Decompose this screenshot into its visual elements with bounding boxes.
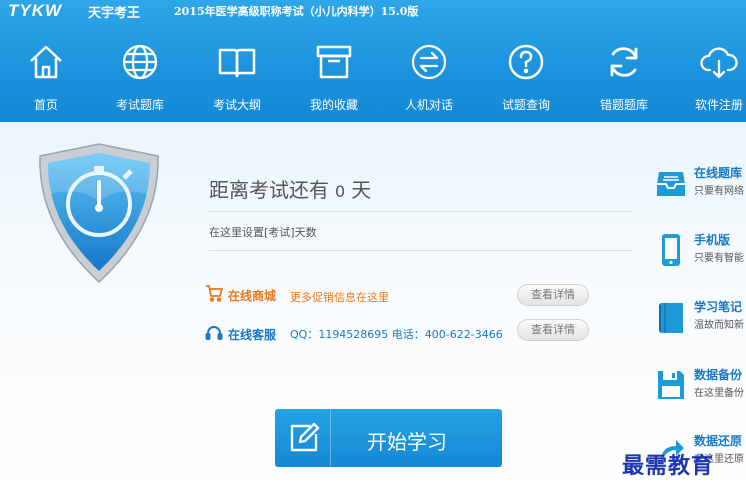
exam-countdown: 距离考试还有 0 天 [209, 174, 371, 203]
cloud-download-icon [700, 47, 738, 79]
side-desc: 温故而知新 [694, 320, 744, 331]
set-exam-days-link[interactable]: 在这里设置[考试]天数 [209, 224, 317, 240]
nav-item-favorites[interactable]: 我的收藏 [285, 36, 383, 122]
nav-item-home[interactable]: 首页 [0, 36, 95, 122]
brand-name: 天宇考王 [88, 6, 141, 21]
book-icon [218, 48, 256, 78]
nav-label: 错题题库 [599, 98, 648, 112]
app-logo: TYKW [8, 1, 63, 20]
top-bar: TYKW 天宇考王 2015年医学高级职称考试（小儿内科学）15.0版 首页 考… [0, 0, 746, 122]
start-study-button[interactable]: 开始学习 [275, 409, 502, 467]
headset-icon [205, 326, 223, 340]
side-title: 在线题库 [694, 166, 743, 180]
nav-item-syllabus[interactable]: 考试大纲 [188, 36, 286, 122]
globe-icon [122, 44, 158, 80]
nav-item-exam-bank[interactable]: 考试题库 [91, 36, 189, 122]
watermark: 最需教育 [622, 453, 715, 479]
side-item-online-bank[interactable]: 在线题库 只要有网络 [652, 164, 746, 204]
start-study-label: 开始学习 [367, 430, 447, 454]
archive-box-icon [316, 45, 352, 79]
divider [209, 211, 633, 212]
side-desc: 只要有网络 [694, 186, 744, 197]
side-title: 手机版 [694, 233, 731, 247]
refresh-icon [610, 47, 638, 77]
nav-item-dialogue[interactable]: 人机对话 [380, 36, 478, 122]
divider [209, 250, 633, 251]
home-icon [30, 45, 62, 79]
nav-item-query[interactable]: 试题查询 [477, 36, 575, 122]
nav-label: 首页 [33, 98, 58, 112]
countdown-prefix: 距离考试还有 [209, 178, 329, 202]
countdown-suffix: 天 [351, 178, 372, 202]
app-title: 2015年医学高级职称考试（小儿内科学）15.0版 [174, 5, 419, 18]
side-item-backup[interactable]: 数据备份 在这里备份 [652, 366, 746, 406]
nav-label: 人机对话 [404, 98, 453, 112]
side-title: 数据还原 [694, 434, 743, 448]
countdown-days: 0 [335, 182, 346, 201]
nav-label: 考试大纲 [212, 98, 261, 112]
edit-icon [290, 422, 320, 452]
nav-item-register[interactable]: 软件注册 [670, 36, 746, 122]
nav-label: 试题查询 [501, 98, 550, 112]
side-item-notes[interactable]: 学习笔记 温故而知新 [652, 298, 746, 338]
side-desc: 在这里备份 [694, 388, 744, 399]
side-desc: 只要有智能 [694, 253, 744, 264]
question-circle-icon [508, 44, 544, 80]
side-title: 数据备份 [694, 368, 743, 382]
shop-label[interactable]: 在线商城 [228, 287, 276, 304]
service-detail-button[interactable]: 查看详情 [517, 319, 589, 341]
main-nav: 首页 考试题库 考试大纲 我的收藏 人机对话 试题查询 错题题库 软件注册 [0, 36, 746, 122]
nav-label: 软件注册 [694, 98, 743, 112]
title-bar: TYKW 天宇考王 2015年医学高级职称考试（小儿内科学）15.0版 [0, 0, 746, 21]
edit-icon-box [275, 409, 331, 467]
shopping-cart-icon [206, 285, 223, 302]
service-label[interactable]: 在线客服 [228, 326, 276, 343]
notebook-icon [659, 303, 683, 333]
shop-desc: 更多促销信息在这里 [290, 291, 389, 304]
shield-stopwatch-icon [39, 143, 159, 284]
side-item-mobile[interactable]: 手机版 只要有智能 [652, 231, 746, 271]
mobile-phone-icon [662, 234, 680, 266]
inbox-tray-icon [657, 172, 685, 196]
exchange-arrows-icon [411, 44, 447, 80]
side-title: 学习笔记 [694, 300, 743, 314]
floppy-disk-icon [658, 371, 684, 399]
nav-label: 我的收藏 [309, 98, 358, 112]
nav-item-wrong-bank[interactable]: 错题题库 [575, 36, 673, 122]
shop-detail-button[interactable]: 查看详情 [517, 284, 589, 306]
service-desc: QQ：1194528695 电话：400-622-3466 [290, 328, 503, 341]
nav-label: 考试题库 [115, 98, 164, 112]
